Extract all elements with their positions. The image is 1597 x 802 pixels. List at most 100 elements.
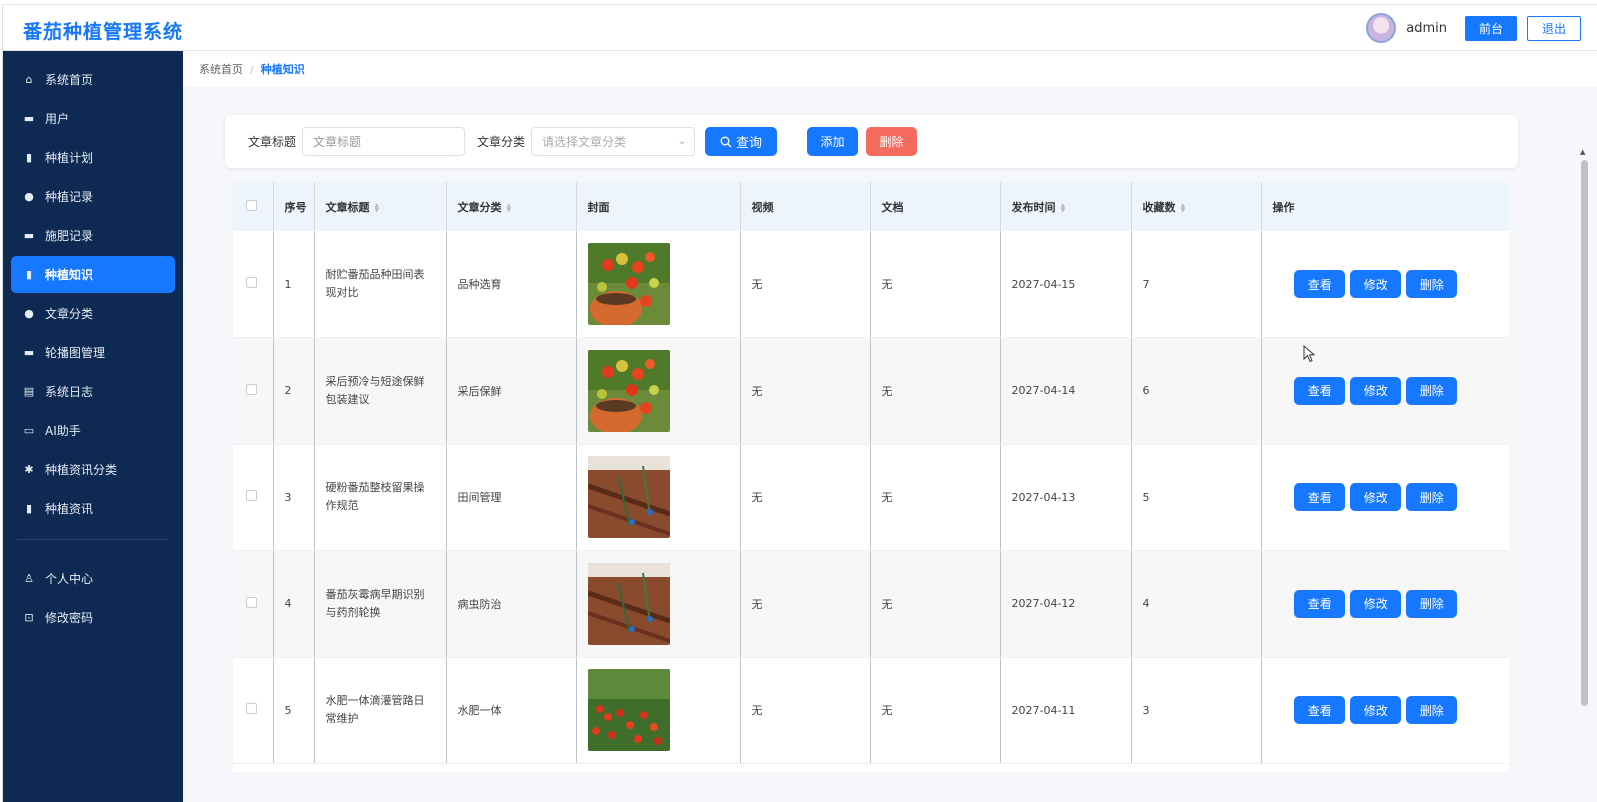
header-favorites[interactable]: 收藏数 ▲ ▼ <box>1131 182 1262 231</box>
sidebar-item-3[interactable]: ▮ 种植计划 <box>11 139 175 176</box>
bar-chart-icon: ▮ <box>25 151 33 164</box>
briefcase-icon: ▬ <box>23 112 35 125</box>
cell-actions: 查看 修改 删除 <box>1261 444 1509 551</box>
edit-button[interactable]: 修改 <box>1350 589 1402 618</box>
scroll-up-arrow-icon[interactable]: ▲ <box>1580 148 1585 156</box>
delete-button[interactable]: 删除 <box>1406 270 1458 298</box>
cell-favorites: 3 <box>1131 657 1262 764</box>
sidebar-item-8[interactable]: ▬ 轮播图管理 <box>11 334 175 371</box>
edit-button[interactable]: 修改 <box>1350 696 1402 725</box>
row-checkbox[interactable] <box>246 703 257 715</box>
category-select[interactable]: 请选择文章分类 ⌄ <box>531 127 696 156</box>
row-checkbox-cell <box>233 444 274 551</box>
row-actions: 查看 修改 删除 <box>1273 376 1510 405</box>
cell-category: 品种选育 <box>446 231 577 338</box>
sidebar-item-6[interactable]: ▮ 种植知识 <box>11 256 175 293</box>
view-button[interactable]: 查看 <box>1294 696 1346 725</box>
select-all-checkbox-cell <box>233 182 274 231</box>
breadcrumb-home[interactable]: 系统首页 <box>199 61 243 77</box>
main-content: 系统首页 / 种植知识 文章标题 文章标题 文章分类 请选择文章分类 ⌄ 查询 … <box>183 51 1597 802</box>
sidebar-item-10[interactable]: ▭ AI助手 <box>11 412 175 449</box>
location-pin-icon: ● <box>24 190 34 203</box>
delete-button[interactable]: 删除 <box>1406 589 1458 618</box>
cell-favorites: 6 <box>1131 337 1262 445</box>
sidebar-item-12[interactable]: ▮ 种植资讯 <box>11 490 175 527</box>
delete-button[interactable]: 删除 <box>1406 483 1458 512</box>
cell-cover[interactable] <box>576 231 741 338</box>
cover-image <box>587 349 670 432</box>
cell-cover[interactable] <box>576 657 741 764</box>
header-title[interactable]: 文章标题 ▲ ▼ <box>314 182 447 231</box>
cell-index: 5 <box>273 657 315 764</box>
table-header-row: 序号 文章标题 ▲ ▼ 文章分类 ▲ ▼ 封面 视频 文档 发布时间 ▲ ▼ 收藏数 ▲ ▼ 操… <box>233 182 1509 231</box>
sidebar-item-9[interactable]: ▤ 系统日志 <box>11 373 175 410</box>
sort-icon[interactable]: ▲ ▼ <box>1181 202 1186 213</box>
sidebar-item-label: 种植资讯 <box>45 502 94 516</box>
sidebar-item-1[interactable]: ♙ 个人中心 <box>11 560 175 597</box>
cell-cover[interactable] <box>576 337 741 445</box>
avatar[interactable] <box>1366 13 1397 43</box>
table-row[interactable]: 5 水肥一体滴灌管路日常维护 水肥一体无无 2027-04-11 3 查看 修改 删除 <box>233 657 1509 764</box>
front-button[interactable]: 前台 <box>1464 15 1517 41</box>
category-select-placeholder: 请选择文章分类 <box>542 135 627 149</box>
cell-document: 无 <box>870 550 1001 658</box>
cell-index: 2 <box>273 337 315 445</box>
edit-button[interactable]: 修改 <box>1350 376 1402 405</box>
row-checkbox[interactable] <box>246 383 257 395</box>
data-table: 序号 文章标题 ▲ ▼ 文章分类 ▲ ▼ 封面 视频 文档 发布时间 ▲ ▼ 收藏数 ▲ ▼ 操… <box>233 182 1509 772</box>
title-search-input[interactable]: 文章标题 <box>302 127 466 156</box>
view-button[interactable]: 查看 <box>1294 483 1346 512</box>
sidebar-item-5[interactable]: ▬ 施肥记录 <box>11 217 175 254</box>
sidebar-item-label: 系统日志 <box>45 385 94 399</box>
row-checkbox-cell <box>233 550 274 658</box>
cell-actions: 查看 修改 删除 <box>1261 657 1509 764</box>
query-button[interactable]: 查询 <box>705 127 778 156</box>
batch-delete-button[interactable]: 删除 <box>866 127 918 156</box>
view-button[interactable]: 查看 <box>1294 270 1346 298</box>
vertical-scrollbar[interactable]: ▲ ▼ <box>1580 148 1589 802</box>
sidebar-item-2[interactable]: ▬ 用户 <box>11 100 175 137</box>
cell-cover[interactable] <box>576 444 741 551</box>
row-actions: 查看 修改 删除 <box>1273 270 1510 298</box>
sort-icon[interactable]: ▲ ▼ <box>375 202 380 213</box>
table-row[interactable]: 4 番茄灰霉病早期识别与药剂轮换 病虫防治无无 2027-04-12 4 查看 修改 删除 <box>233 550 1509 658</box>
row-checkbox[interactable] <box>246 596 257 608</box>
edit-button[interactable]: 修改 <box>1350 270 1402 298</box>
view-button[interactable]: 查看 <box>1294 589 1346 618</box>
delete-button[interactable]: 删除 <box>1406 376 1458 405</box>
sidebar-item-label: 修改密码 <box>45 611 94 625</box>
delete-button[interactable]: 删除 <box>1406 696 1458 725</box>
cover-image <box>587 562 670 645</box>
add-button[interactable]: 添加 <box>807 127 859 156</box>
sidebar-item-11[interactable]: ✱ 种植资讯分类 <box>11 451 175 488</box>
cover-image <box>587 456 670 539</box>
sidebar-item-label: 用户 <box>45 112 70 126</box>
cell-video: 无 <box>740 550 871 658</box>
sort-icon[interactable]: ▲ ▼ <box>507 202 512 213</box>
logout-button[interactable]: 退出 <box>1526 15 1581 41</box>
sidebar-item-2[interactable]: ⊡ 修改密码 <box>11 599 175 636</box>
scrollbar-thumb[interactable] <box>1581 160 1588 706</box>
location-pin-icon: ● <box>24 307 34 320</box>
sidebar-divider <box>17 539 169 540</box>
header-category[interactable]: 文章分类 ▲ ▼ <box>446 182 577 231</box>
row-checkbox[interactable] <box>246 277 257 288</box>
gear-icon: ✱ <box>24 463 34 476</box>
table-row[interactable]: 2 采后预冷与短途保鲜包装建议 采后保鲜无无 2027-04-14 6 查看 修改 删除 <box>233 337 1510 445</box>
sidebar-item-4[interactable]: ● 种植记录 <box>11 178 175 215</box>
row-checkbox-cell <box>233 231 274 338</box>
table-row[interactable]: 3 硬粉番茄整枝留果操作规范 田间管理无无 2027-04-13 5 查看 修改 删除 <box>233 444 1509 551</box>
table-row[interactable]: 1 耐贮番茄品种田间表现对比 品种选育无无 2027-04-15 7 查看 修改 删除 <box>233 231 1509 338</box>
edit-button[interactable]: 修改 <box>1350 483 1402 512</box>
sort-icon[interactable]: ▲ ▼ <box>1061 202 1066 213</box>
sidebar-item-1[interactable]: ⌂ 系统首页 <box>11 61 175 98</box>
cell-cover[interactable] <box>576 550 741 658</box>
row-checkbox[interactable] <box>246 490 257 502</box>
cell-index: 1 <box>273 231 315 338</box>
sidebar-menu-bottom: ♙ 个人中心 ⊡ 修改密码 <box>3 550 183 636</box>
view-button[interactable]: 查看 <box>1294 376 1346 405</box>
header-publish-time[interactable]: 发布时间 ▲ ▼ <box>1000 182 1132 231</box>
select-all-checkbox[interactable] <box>246 199 257 211</box>
home-icon: ⌂ <box>25 73 33 86</box>
sidebar-item-7[interactable]: ● 文章分类 <box>11 295 175 332</box>
